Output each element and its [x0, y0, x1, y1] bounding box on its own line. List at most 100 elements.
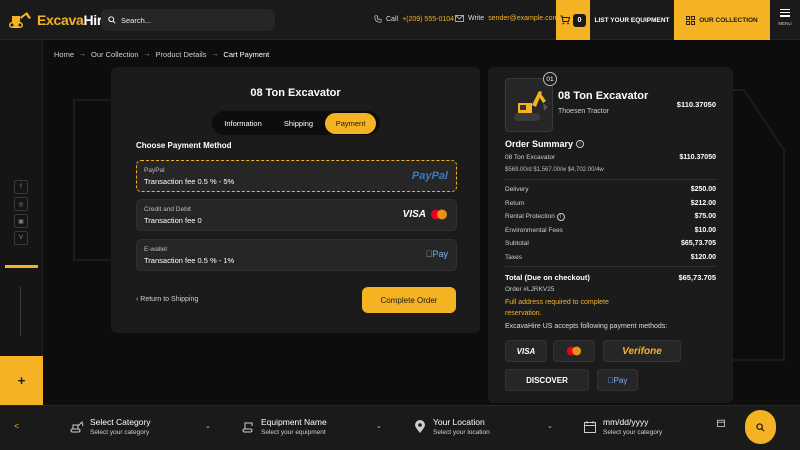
list-equipment-link[interactable]: LIST YOUR EQUIPMENT — [590, 0, 674, 40]
email-address[interactable]: sender@example.com — [488, 15, 558, 22]
summary-product-price: $110.37050 — [676, 100, 716, 109]
grid-icon — [686, 15, 696, 25]
apple-pay-chip: Pay — [597, 369, 638, 391]
payment-option-paypal[interactable]: PayPal Transaction fee 0.5 % - 5% PayPal — [136, 160, 457, 192]
line-label: Delivery — [505, 186, 529, 193]
tab-information[interactable]: Information — [214, 113, 272, 134]
rail-divider — [20, 286, 21, 336]
menu-label: MENU — [778, 20, 792, 26]
summary-product-brand: Thoesen Tractor — [558, 108, 609, 115]
date-picker-icon[interactable] — [717, 419, 725, 427]
line-label: Rental Protection i — [505, 213, 565, 221]
option-name: Credit and Debit — [144, 206, 191, 213]
instagram-icon[interactable]: ◎ — [14, 197, 28, 211]
payment-option-card[interactable]: Credit and Debit Transaction fee 0 VISA — [136, 199, 457, 231]
option-name: E-wallet — [144, 246, 168, 253]
excavator-logo-icon — [9, 12, 31, 28]
paypal-logo-icon: PayPal — [411, 170, 448, 182]
info-icon[interactable]: i — [556, 213, 565, 221]
line-value: $65,73.705 — [680, 240, 716, 247]
mastercard-logo-icon — [431, 209, 447, 220]
social-links: f ◎ ▣ V — [14, 180, 28, 245]
line-value: $75.00 — [694, 213, 716, 220]
tab-payment[interactable]: Payment — [325, 112, 376, 134]
payment-option-ewallet[interactable]: E-wallet Transaction fee 0.5 % - 1% Pay — [136, 239, 457, 271]
filter-equipment[interactable]: Equipment Name Select your equipment — [241, 417, 327, 436]
calendar-icon — [584, 421, 596, 433]
write-contact[interactable]: Write sender@example.com — [455, 15, 558, 22]
breadcrumb-collection[interactable]: Our Collection — [91, 50, 139, 59]
chevron-down-icon[interactable]: ⌄ — [547, 422, 553, 430]
return-to-shipping-link[interactable]: ‹ Return to Shipping — [136, 296, 198, 303]
cart-button[interactable]: 0 — [556, 0, 590, 40]
filter-title: Select Category — [90, 417, 151, 427]
payment-title: 08 Ton Excavator — [250, 87, 341, 99]
share-icon[interactable]: < — [14, 421, 19, 431]
phone-icon — [374, 15, 382, 23]
menu-icon-bar — [780, 15, 790, 17]
side-rail: f ◎ ▣ V + — [0, 40, 43, 405]
apple-pay-logo-icon: Pay — [426, 249, 448, 259]
search-input[interactable] — [121, 15, 261, 25]
discord-icon[interactable]: ▣ — [14, 214, 28, 228]
summary-item-row: 08 Ton Excavator $110.37050 — [505, 154, 716, 161]
facebook-icon[interactable]: f — [14, 180, 28, 194]
mail-icon — [455, 15, 464, 22]
discover-logo-icon: DISCOVER — [526, 375, 568, 385]
phone-number[interactable]: +(209) 555-0104 — [402, 16, 454, 23]
vimeo-icon[interactable]: V — [14, 231, 28, 245]
filter-title: Your Location — [433, 417, 485, 427]
discover-chip: DISCOVER — [505, 369, 589, 391]
call-contact[interactable]: Call +(209) 555-0104 — [374, 15, 454, 23]
filter-search-button[interactable] — [745, 410, 776, 444]
complete-order-button[interactable]: Complete Order — [362, 287, 456, 313]
option-fee: Transaction fee 0 — [144, 216, 202, 225]
filter-category[interactable]: Select Category Select your category — [70, 417, 150, 436]
line-label: Return — [505, 200, 525, 207]
header-search[interactable] — [101, 9, 275, 31]
divider — [505, 266, 716, 267]
plus-icon[interactable]: + — [0, 356, 43, 405]
cart-count-badge: 0 — [573, 13, 586, 27]
chevron-down-icon[interactable]: ⌄ — [376, 422, 382, 430]
our-collection-button[interactable]: OUR COLLECTION — [674, 0, 770, 40]
our-collection-label: OUR COLLECTION — [699, 16, 758, 24]
breadcrumb-arrow-icon: → — [79, 51, 87, 58]
mastercard-logo-icon — [566, 346, 582, 356]
visa-chip: VISA — [505, 340, 547, 362]
summary-line: Rental Protection i $75.00 — [505, 213, 716, 221]
call-label: Call — [386, 15, 399, 23]
order-summary-title: Order Summary — [505, 139, 574, 149]
filter-title: mm/dd/yyyy — [603, 417, 649, 427]
visa-logo-icon: VISA — [402, 209, 426, 220]
verifone-logo-icon: Verifone — [622, 345, 662, 357]
brand-name-part-1: Excava — [37, 12, 84, 28]
divider — [505, 179, 716, 180]
breadcrumb-product[interactable]: Product Details — [156, 50, 207, 59]
apple-pay-text: Pay — [432, 249, 448, 259]
filter-bar: < Select Category Select your category ⌄ … — [0, 405, 800, 450]
info-icon[interactable]: i — [576, 140, 585, 148]
brand-logo[interactable]: ExcavaHire — [7, 9, 110, 31]
menu-icon-bar — [780, 12, 790, 14]
summary-total-row: Total (Due on checkout) $65,73.705 — [505, 273, 716, 282]
mastercard-chip — [553, 340, 595, 362]
item-name: 08 Ton Excavator — [505, 154, 556, 161]
line-label: Environmental Fees — [505, 227, 563, 234]
rail-accent — [5, 265, 38, 268]
summary-line: Return $212.00 — [505, 200, 716, 207]
line-value: $10.00 — [694, 227, 716, 234]
order-number: Order #LJRKV25 — [505, 286, 555, 293]
apple-pay-text: Pay — [610, 375, 628, 385]
apple-pay-logo-icon: Pay — [608, 376, 628, 385]
chevron-down-icon[interactable]: ⌄ — [205, 422, 211, 430]
tab-shipping[interactable]: Shipping — [272, 113, 325, 134]
menu-toggle[interactable]: MENU — [772, 9, 798, 26]
summary-product-name: 08 Ton Excavator — [558, 90, 649, 102]
line-label: Subtotal — [505, 240, 529, 247]
product-thumbnail — [505, 78, 553, 132]
breadcrumb-home[interactable]: Home — [54, 50, 74, 59]
filter-date[interactable]: mm/dd/yyyy Select your category — [583, 417, 662, 436]
filter-location[interactable]: Your Location Select your location — [413, 417, 490, 436]
quantity-badge: 01 — [543, 72, 557, 86]
